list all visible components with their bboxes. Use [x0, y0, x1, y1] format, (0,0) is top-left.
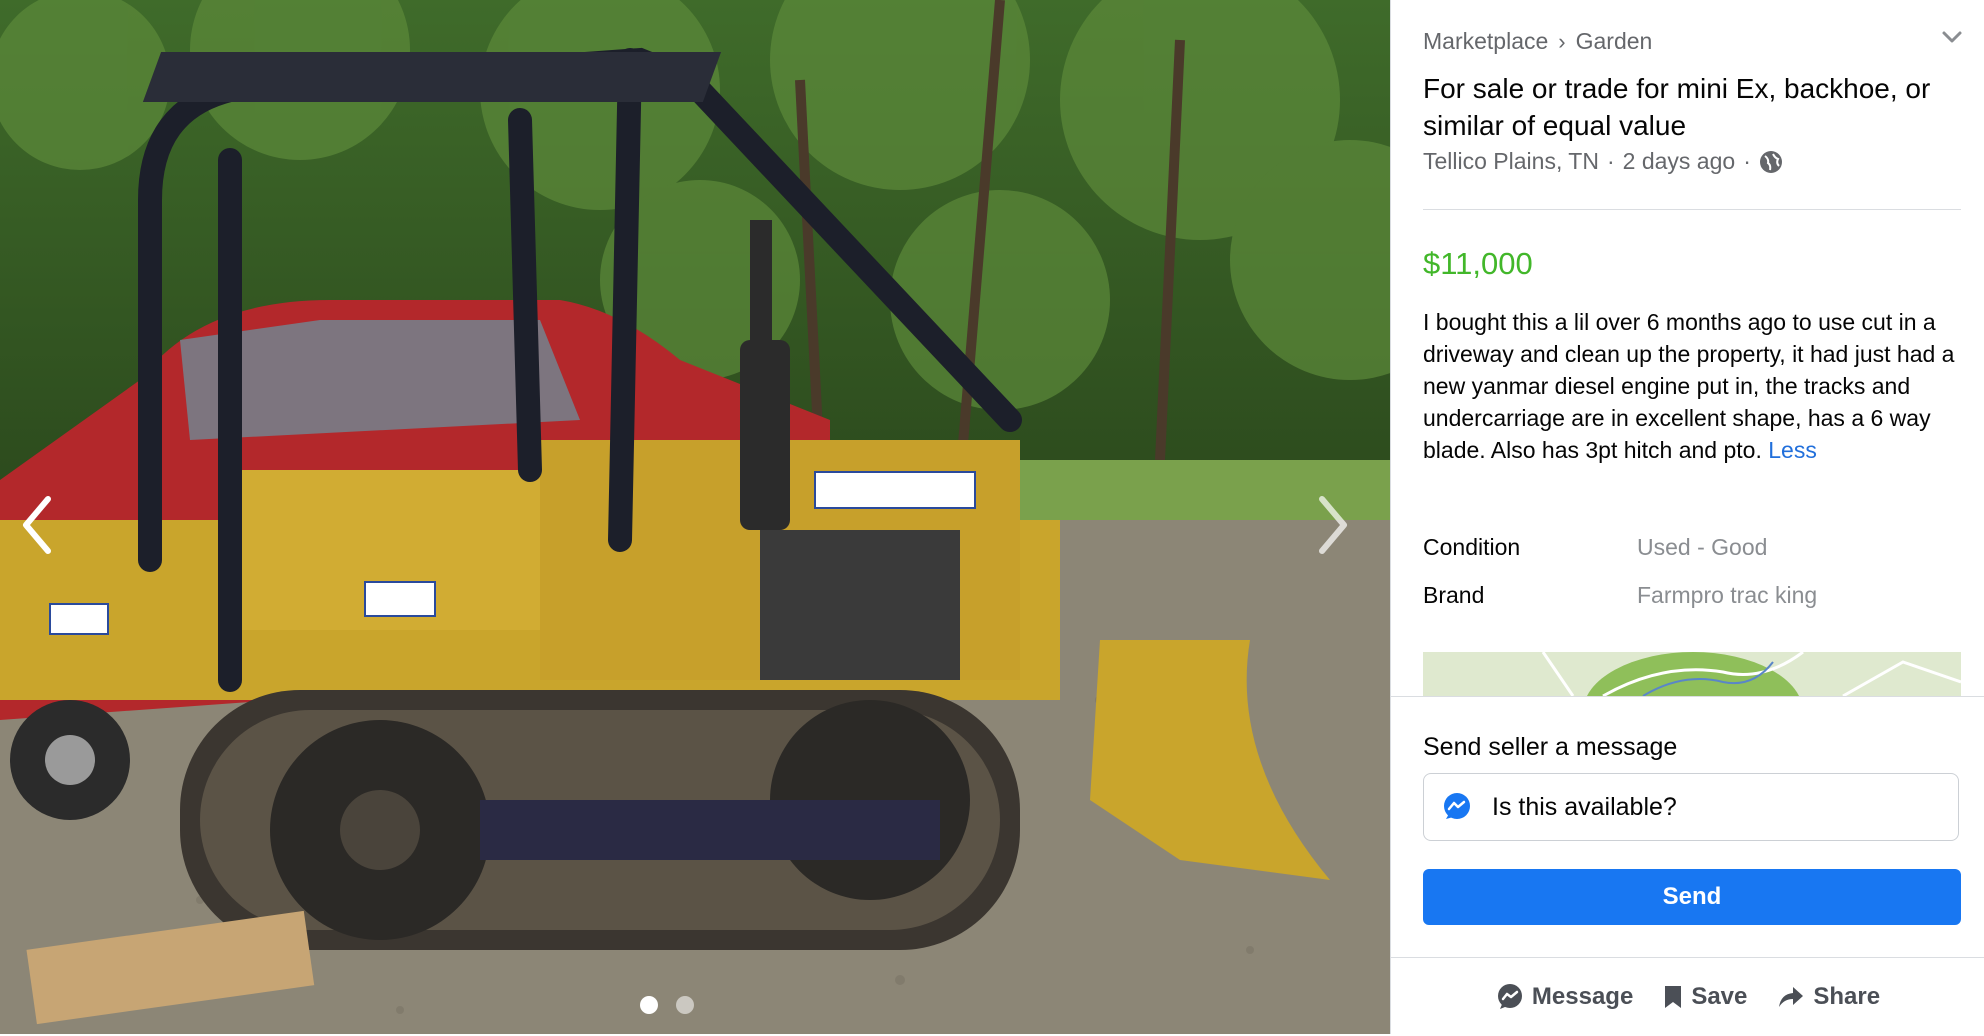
- chevron-right-icon: [1319, 496, 1347, 554]
- messenger-icon: [1497, 984, 1522, 1009]
- message-input-value: Is this available?: [1492, 792, 1677, 821]
- save-action-button[interactable]: Save: [1663, 983, 1747, 1011]
- listing-actions: Message Save Share: [1391, 957, 1984, 1036]
- listing-details-panel: Marketplace › Garden For sale or trade f…: [1390, 0, 1984, 1035]
- photo-dot-1[interactable]: [640, 996, 658, 1014]
- listing-posted-time: 2 days ago: [1622, 148, 1736, 174]
- messenger-icon: [1444, 793, 1470, 819]
- globe-icon: [1759, 150, 1782, 173]
- breadcrumb-separator: ›: [1558, 28, 1566, 54]
- bookmark-icon: [1665, 986, 1682, 1008]
- meta-separator: ·: [1606, 148, 1615, 174]
- message-seller-section: Send seller a message Is this available?…: [1391, 696, 1984, 1035]
- section-divider: [1423, 209, 1961, 210]
- map-illustration: [1423, 652, 1961, 696]
- share-action-button[interactable]: Share: [1777, 983, 1880, 1011]
- listing-description: I bought this a lil over 6 months ago to…: [1423, 306, 1971, 466]
- previous-photo-button[interactable]: [8, 490, 68, 560]
- location-map-preview[interactable]: [1423, 652, 1961, 696]
- listing-title: For sale or trade for mini Ex, backhoe, …: [1423, 73, 1931, 141]
- less-link[interactable]: Less: [1768, 437, 1817, 463]
- meta-separator: ·: [1743, 148, 1751, 174]
- detail-label: Brand: [1423, 582, 1485, 608]
- listing-meta: Tellico Plains, TN · 2 days ago ·: [1423, 148, 1783, 175]
- detail-row-condition: Condition Used - Good: [1423, 534, 1767, 561]
- photo-dot-2[interactable]: [676, 996, 694, 1014]
- listing-location[interactable]: Tellico Plains, TN: [1423, 148, 1599, 175]
- chevron-down-icon: [1942, 31, 1962, 43]
- breadcrumb: Marketplace › Garden: [1423, 28, 1652, 55]
- share-arrow-icon: [1779, 987, 1804, 1007]
- chevron-left-icon: [23, 496, 51, 554]
- detail-label: Condition: [1423, 534, 1521, 560]
- breadcrumb-category[interactable]: Garden: [1576, 28, 1653, 55]
- detail-value: Used - Good: [1637, 534, 1768, 560]
- listing-price: $11,000: [1423, 246, 1533, 281]
- save-action-label: Save: [1691, 983, 1748, 1010]
- detail-value: Farmpro trac king: [1637, 582, 1818, 608]
- listing-photo[interactable]: [0, 0, 1390, 1034]
- message-action-label: Message: [1531, 983, 1634, 1010]
- collapse-button[interactable]: [1941, 30, 1963, 49]
- next-photo-button[interactable]: [1302, 490, 1362, 560]
- message-input[interactable]: Is this available?: [1423, 773, 1959, 841]
- detail-row-brand: Brand Farmpro trac king: [1423, 582, 1817, 609]
- description-text: I bought this a lil over 6 months ago to…: [1423, 309, 1955, 463]
- send-button[interactable]: Send: [1423, 869, 1961, 925]
- send-message-label: Send seller a message: [1423, 733, 1678, 761]
- breadcrumb-marketplace[interactable]: Marketplace: [1423, 28, 1548, 55]
- share-action-label: Share: [1813, 983, 1881, 1010]
- photo-pagination: [640, 996, 694, 1014]
- message-action-button[interactable]: Message: [1496, 983, 1633, 1011]
- dozer-photo-illustration: [0, 0, 1390, 1034]
